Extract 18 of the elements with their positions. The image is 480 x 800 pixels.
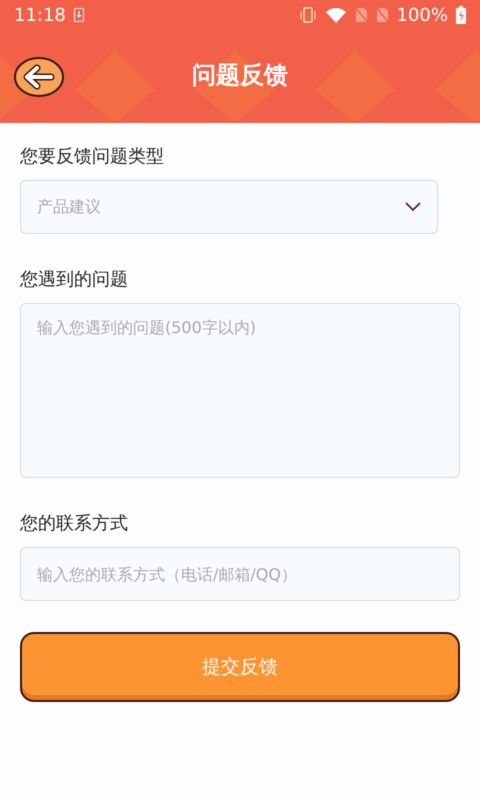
- download-icon: [74, 8, 84, 22]
- no-sim-icon: [354, 7, 368, 23]
- type-dropdown[interactable]: 产品建议: [20, 180, 438, 234]
- contact-input[interactable]: 输入您的联系方式（电话/邮箱/QQ）: [20, 547, 460, 601]
- field-label: 您遇到的问题: [20, 268, 129, 292]
- vibrate-icon: [298, 7, 317, 23]
- back-button[interactable]: [13, 56, 65, 98]
- battery-charging-icon: [456, 6, 466, 24]
- field-label: 您要反馈问题类型: [20, 145, 165, 169]
- chevron-down-icon: [405, 202, 421, 212]
- status-time: 11:18: [14, 4, 66, 26]
- battery-percent: 100%: [396, 4, 448, 26]
- page-title: 问题反馈: [192, 60, 288, 91]
- problem-textarea[interactable]: 输入您遇到的问题(500字以内): [20, 303, 460, 478]
- no-sim-icon: [376, 7, 389, 23]
- field-label: 您的联系方式: [20, 512, 129, 536]
- wifi-icon: [324, 7, 347, 23]
- submit-button[interactable]: 提交反馈: [20, 632, 460, 702]
